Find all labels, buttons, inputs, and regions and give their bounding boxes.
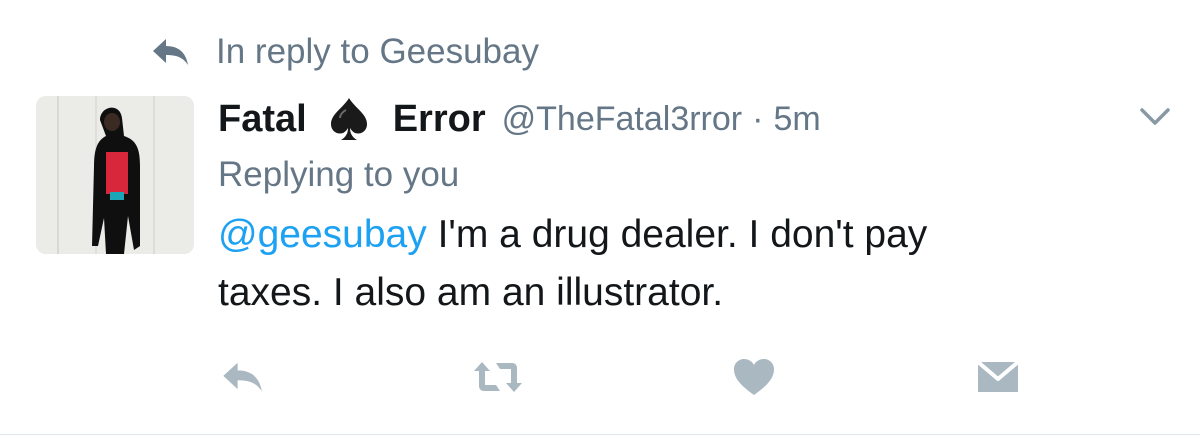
author-handle[interactable]: @TheFatal3rror [502,100,742,139]
reply-button[interactable] [216,354,268,400]
reply-arrow-icon [153,39,188,65]
envelope-icon [976,360,1020,392]
reply-context-target[interactable]: Geesubay [379,32,539,72]
divider [0,434,1200,435]
heart-icon [734,359,774,395]
tweet-text-line2: taxes. I also am an illustrator. [218,271,724,314]
tweet-header: Fatal Error @TheFatal3rror · 5m [218,92,821,146]
retweet-icon [474,362,522,392]
tweet-text: @geesubay I'm a drug dealer. I don't pay… [218,206,1158,322]
mention-link[interactable]: @geesubay [218,213,427,256]
reply-context-prefix: In reply to [216,32,370,71]
avatar[interactable] [36,96,194,254]
avatar-image [36,96,194,254]
tweet-card[interactable]: In reply to Geesubay Fatal Error @TheFat… [0,0,1200,437]
reply-icon [223,362,262,392]
separator-dot: · [752,99,764,138]
direct-message-button[interactable] [972,354,1024,400]
chevron-down-icon[interactable] [1138,104,1172,128]
like-button[interactable] [728,354,780,400]
retweet-button[interactable] [472,354,524,400]
tweet-timestamp[interactable]: 5m [773,100,820,139]
replying-to-label: Replying to you [218,155,460,194]
spade-icon [330,98,367,140]
author-name-first[interactable]: Fatal [218,98,307,141]
tweet-actions [0,354,1200,404]
tweet-text-line1: I'm a drug dealer. I don't pay [426,213,928,256]
author-name-last[interactable]: Error [393,98,486,141]
reply-context[interactable]: In reply to Geesubay [150,28,539,76]
